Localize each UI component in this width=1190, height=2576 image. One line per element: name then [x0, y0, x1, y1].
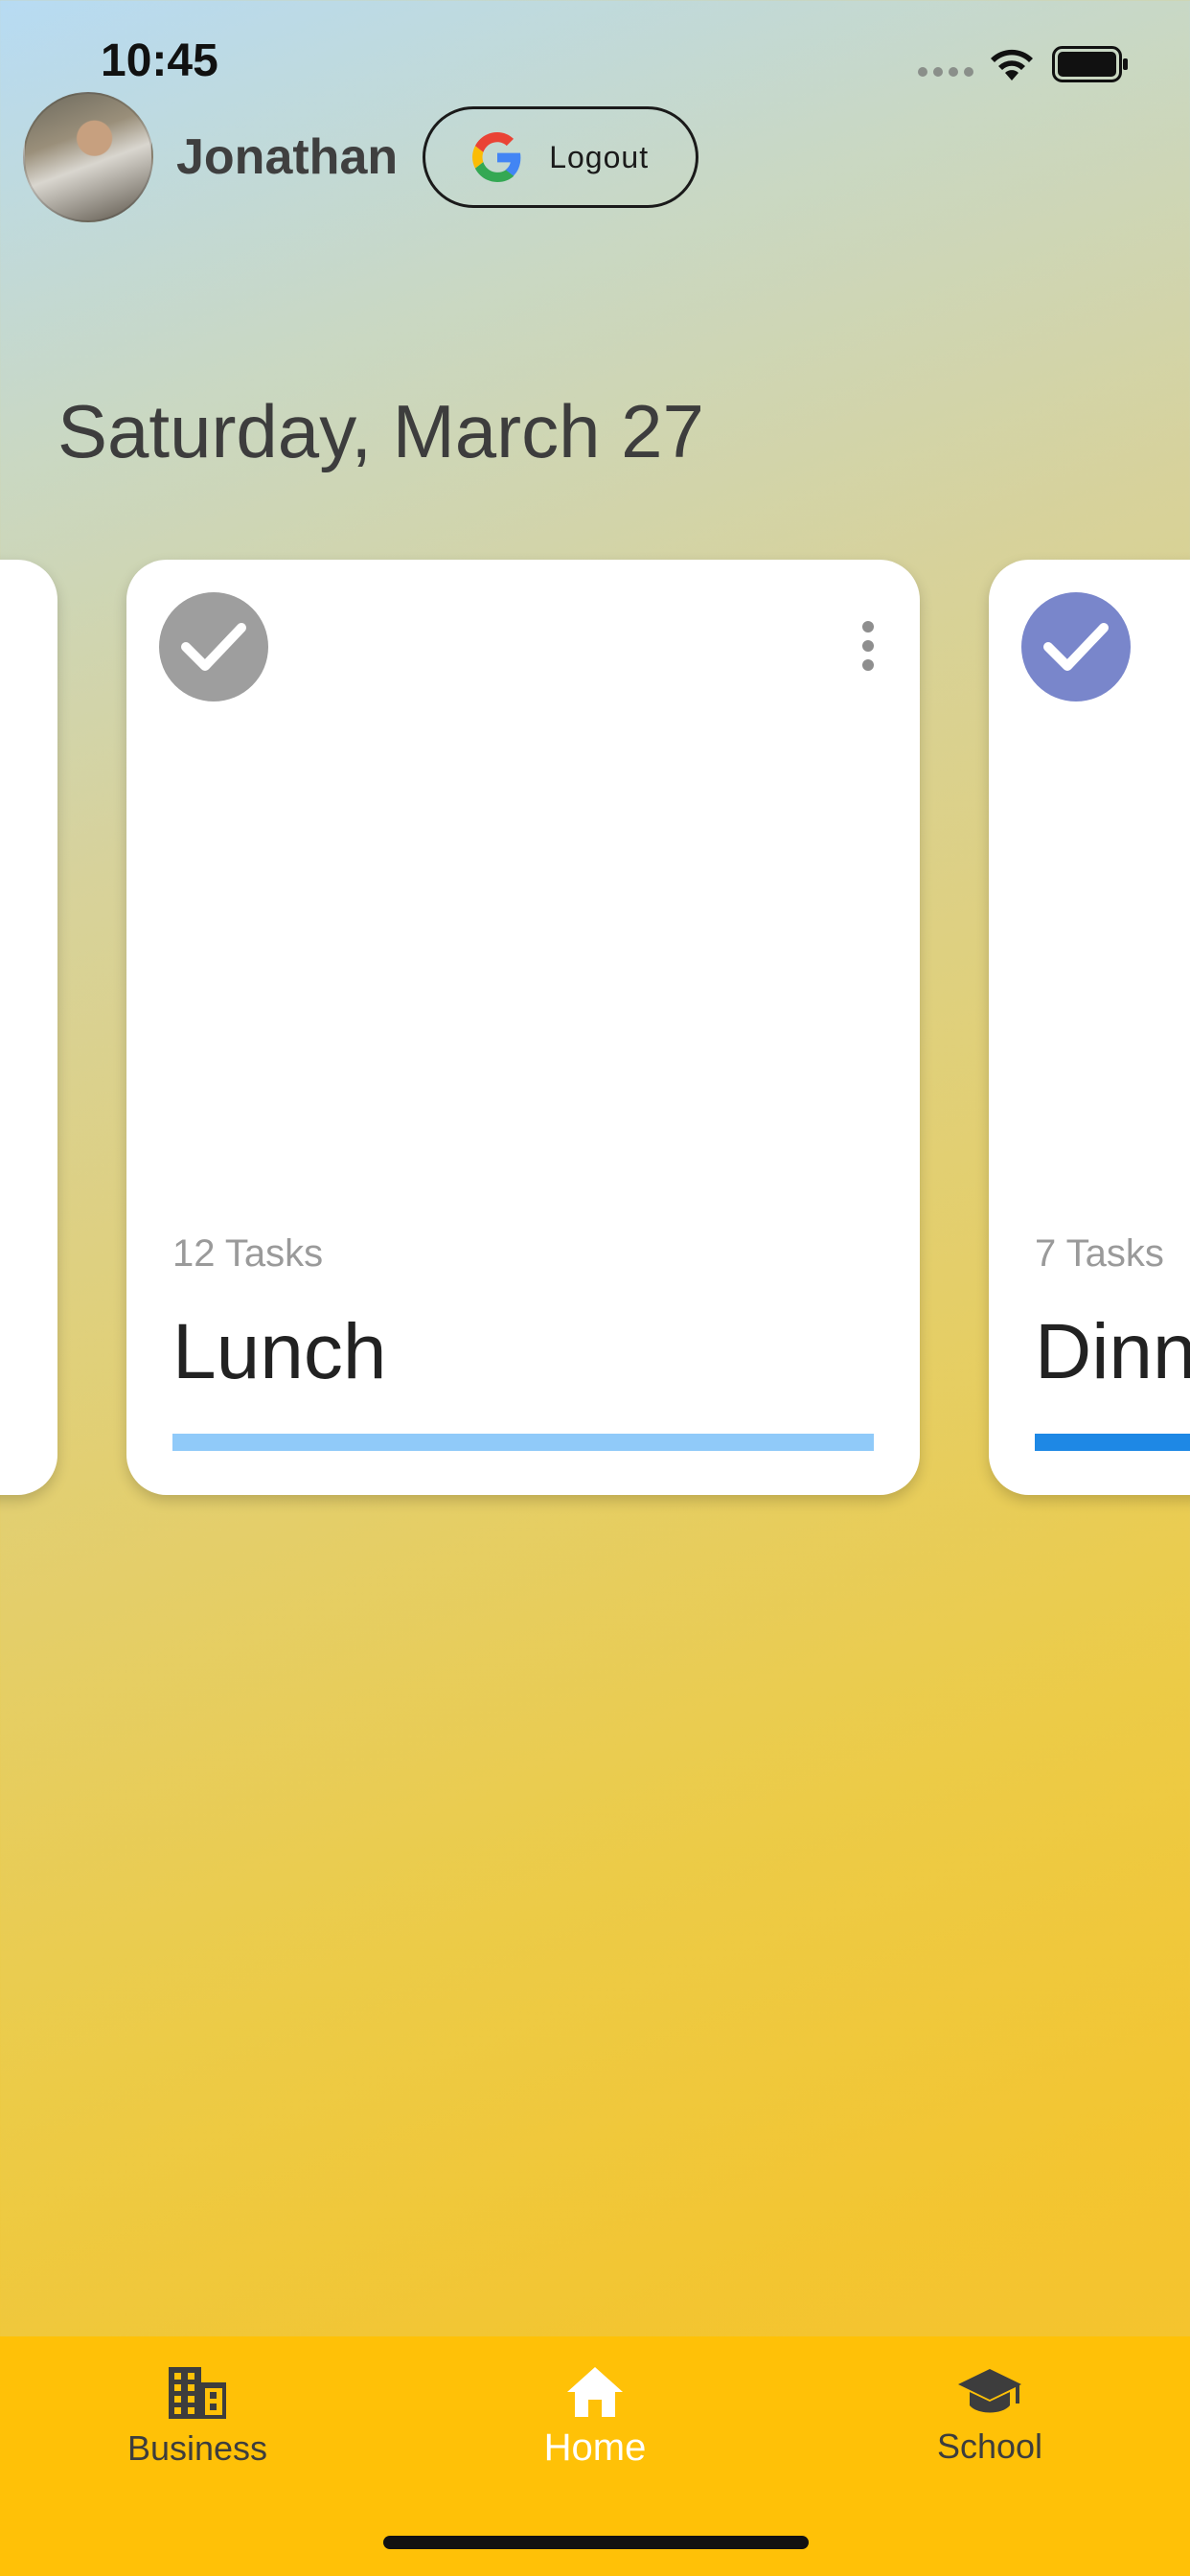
logout-label: Logout: [549, 139, 650, 174]
card-title: Dinner: [1035, 1308, 1190, 1395]
home-indicator: [383, 2536, 809, 2549]
school-icon: [958, 2369, 1021, 2413]
logout-button[interactable]: Logout: [423, 106, 699, 208]
task-count: 7 Tasks: [1035, 1232, 1164, 1275]
nav-label: School: [936, 2426, 1043, 2466]
card-title: Lunch: [172, 1308, 387, 1395]
nav-label: Business: [126, 2428, 268, 2468]
task-card-previous[interactable]: [0, 560, 57, 1495]
user-name: Jonathan: [176, 129, 399, 185]
business-icon: [169, 2367, 226, 2419]
task-count: 12 Tasks: [172, 1232, 324, 1275]
progress-fill: [172, 1434, 874, 1451]
wifi-icon: [991, 49, 1033, 80]
task-card-dinner[interactable]: 7 Tasks Dinner: [989, 560, 1190, 1495]
task-card-lunch[interactable]: 12 Tasks Lunch: [126, 560, 920, 1495]
google-icon: [472, 132, 521, 182]
progress-bar: [1035, 1434, 1190, 1451]
check-icon[interactable]: [159, 592, 268, 702]
progress-fill: [1035, 1434, 1190, 1451]
check-icon[interactable]: [1021, 592, 1131, 702]
date-title: Saturday, March 27: [57, 389, 704, 473]
nav-item-home[interactable]: Home: [480, 2365, 710, 2470]
more-options-icon[interactable]: [862, 621, 874, 671]
nav-label: Home: [543, 2426, 647, 2469]
progress-bar: [172, 1434, 874, 1451]
header-row: Jonathan Logout: [23, 92, 699, 222]
nav-item-school[interactable]: School: [875, 2365, 1105, 2467]
status-time: 10:45: [101, 35, 218, 86]
nav-item-business[interactable]: Business: [82, 2365, 312, 2469]
home-icon: [567, 2367, 623, 2417]
cellular-signal-icon: [918, 67, 973, 77]
avatar[interactable]: [23, 92, 153, 222]
battery-icon: [1052, 46, 1128, 82]
